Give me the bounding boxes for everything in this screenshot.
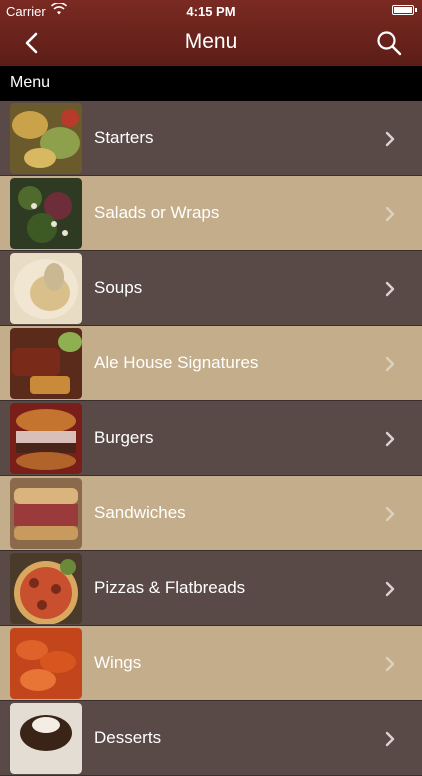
menu-item-sandwiches[interactable]: Sandwiches: [0, 476, 422, 551]
chevron-right-icon: [385, 206, 395, 222]
chevron-right-icon: [385, 506, 395, 522]
chevron-right-icon: [385, 281, 395, 297]
burgers-thumbnail: [10, 403, 82, 474]
chevron-right-icon: [385, 581, 395, 597]
menu-item-label: Sandwiches: [94, 503, 186, 522]
salads-thumbnail: [10, 178, 82, 249]
chevron-right-icon: [385, 431, 395, 447]
chevron-right-icon: [385, 656, 395, 672]
section-title: Menu: [10, 74, 51, 91]
wings-thumbnail: [10, 628, 82, 699]
menu-item-pizzas-and-flatbreads[interactable]: Pizzas & Flatbreads: [0, 551, 422, 626]
top-bar: Carrier 4:15 PM Menu: [0, 0, 422, 66]
menu-item-label: Ale House Signatures: [94, 353, 259, 372]
sandwiches-thumbnail: [10, 478, 82, 549]
menu-item-salads-or-wraps[interactable]: Salads or Wraps: [0, 176, 422, 251]
battery-icon: [392, 5, 417, 15]
chevron-right-icon: [385, 356, 395, 372]
menu-item-label: Salads or Wraps: [94, 203, 220, 222]
chevron-right-icon: [385, 731, 395, 747]
search-icon: [377, 31, 402, 56]
section-header: Menu: [0, 66, 422, 100]
status-bar: Carrier 4:15 PM: [0, 0, 422, 22]
page-title: Menu: [184, 30, 238, 53]
starters-thumbnail: [10, 103, 82, 174]
menu-item-soups[interactable]: Soups: [0, 251, 422, 326]
soups-thumbnail: [10, 253, 82, 324]
menu-item-wings[interactable]: Wings: [0, 626, 422, 701]
desserts-thumbnail: [10, 703, 82, 774]
menu-item-ale-house-signatures[interactable]: Ale House Signatures: [0, 326, 422, 401]
menu-item-label: Pizzas & Flatbreads: [94, 578, 246, 597]
menu-item-desserts[interactable]: Desserts: [0, 701, 422, 776]
search-button[interactable]: [376, 30, 402, 56]
menu-item-label: Burgers: [94, 428, 154, 447]
clock: 4:15 PM: [186, 4, 236, 19]
menu-list: Starters Salads or Wraps Soups Ale House…: [0, 101, 422, 776]
pizzas-thumbnail: [10, 553, 82, 624]
menu-item-label: Wings: [94, 653, 142, 672]
menu-item-label: Starters: [94, 128, 154, 147]
navigation-bar: Menu: [0, 22, 422, 66]
menu-item-label: Desserts: [94, 728, 162, 747]
menu-item-burgers[interactable]: Burgers: [0, 401, 422, 476]
menu-item-starters[interactable]: Starters: [0, 101, 422, 176]
chevron-right-icon: [385, 131, 395, 147]
menu-item-label: Soups: [94, 278, 143, 297]
ale-house-signatures-thumbnail: [10, 328, 82, 399]
